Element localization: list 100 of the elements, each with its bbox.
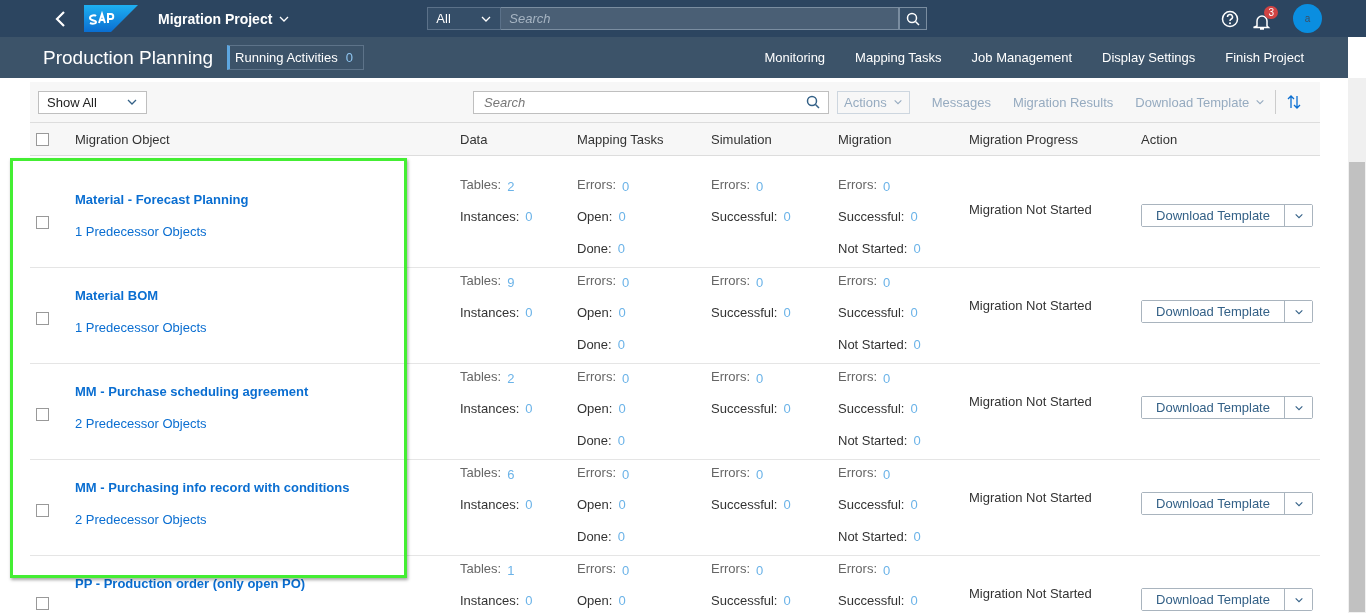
field-value: 2	[507, 370, 515, 386]
migration-object-link[interactable]: MM - Purchasing info record with conditions	[75, 480, 350, 495]
field-value: 0	[913, 337, 921, 352]
download-template-button[interactable]: Download Template	[1142, 301, 1285, 322]
table-search-field[interactable]: Search	[473, 90, 829, 114]
scope-select[interactable]: All	[427, 7, 502, 30]
field-label: Open: 0	[577, 497, 627, 514]
search-button[interactable]	[899, 7, 928, 30]
predecessor-link[interactable]: 1 Predecessor Objects	[75, 320, 207, 335]
download-template-button[interactable]: Download Template	[1142, 493, 1285, 514]
field-value: 0	[756, 370, 764, 386]
field-value: 0	[783, 305, 791, 320]
field-value: 0	[783, 593, 791, 608]
notification-count: 3	[1264, 6, 1278, 19]
row-checkbox[interactable]	[36, 216, 49, 229]
row-checkbox[interactable]	[36, 312, 49, 325]
scrollbar[interactable]	[1348, 78, 1366, 613]
predecessor-link[interactable]: 2 Predecessor Objects	[75, 416, 207, 431]
field-value: 0	[622, 562, 630, 578]
sort-button[interactable]	[1286, 94, 1303, 110]
field-value: 0	[525, 593, 533, 608]
search-icon	[906, 11, 921, 26]
migration-status: Migration Not Started	[969, 297, 1093, 313]
field-value: 0	[756, 178, 764, 194]
field-label: Successful: 0	[711, 593, 792, 610]
header-link[interactable]: Mapping Tasks	[855, 50, 942, 65]
column-header: Simulation	[711, 131, 773, 147]
field-value: 0	[618, 305, 626, 320]
chevron-down-icon	[892, 97, 903, 107]
field-label: Errors: 0	[838, 465, 892, 484]
field-label: Errors: 0	[838, 561, 892, 580]
row-checkbox[interactable]	[36, 504, 49, 517]
field-label: Successful: 0	[711, 401, 792, 418]
field-value: 0	[525, 401, 533, 416]
field-value: 9	[507, 274, 515, 290]
field-label: Instances: 0	[460, 497, 534, 514]
field-label: Errors: 0	[711, 273, 765, 292]
filter-select[interactable]: Show All	[38, 90, 147, 114]
header-link[interactable]: Display Settings	[1102, 50, 1196, 65]
field-value: 0	[883, 562, 891, 578]
field-value: 0	[622, 466, 630, 482]
field-label: Done: 0	[577, 337, 626, 354]
running-activities-button[interactable]: Running Activities 0	[227, 45, 364, 70]
back-icon	[54, 9, 66, 28]
field-label: Successful: 0	[838, 593, 919, 610]
field-value: 0	[883, 466, 891, 482]
row-checkbox[interactable]	[36, 597, 49, 610]
migration-object-link[interactable]: Material - Forecast Planning	[75, 192, 249, 207]
field-label: Successful: 0	[838, 401, 919, 418]
field-value: 0	[756, 466, 764, 482]
field-label: Tables: 2	[460, 177, 516, 196]
field-label: Done: 0	[577, 433, 626, 450]
field-label: Open: 0	[577, 593, 627, 610]
search-field[interactable]: Search	[501, 7, 900, 30]
field-label: Errors: 0	[838, 273, 892, 292]
select-all-checkbox[interactable]	[36, 132, 49, 146]
field-value: 0	[617, 337, 625, 352]
field-label: Open: 0	[577, 305, 627, 322]
column-header: Migration Object	[75, 131, 171, 147]
migration-object-link[interactable]: Material BOM	[75, 288, 159, 303]
page-title: Production Planning	[43, 46, 214, 69]
notifications-button[interactable]: 3	[1253, 6, 1278, 31]
predecessor-link[interactable]: 1 Predecessor Objects	[75, 224, 207, 239]
field-label: Errors: 0	[711, 369, 765, 388]
download-template-button[interactable]: Download Template	[1142, 397, 1285, 418]
field-value: 0	[910, 305, 918, 320]
column-header: Mapping Tasks	[577, 131, 665, 147]
migration-object-link[interactable]: PP - Production order (only open PO)	[75, 576, 306, 591]
header-link[interactable]: Finish Project	[1225, 50, 1304, 65]
field-value: 0	[618, 497, 626, 512]
header-link[interactable]: Monitoring	[764, 50, 826, 65]
column-header: Migration	[838, 131, 893, 147]
field-label: Errors: 0	[577, 561, 631, 580]
field-value: 0	[617, 529, 625, 544]
download-template-button[interactable]: Download Template	[1142, 589, 1285, 610]
column-header: Action	[1141, 131, 1179, 147]
field-label: Errors: 0	[711, 177, 765, 196]
migration-object-link[interactable]: MM - Purchase scheduling agreement	[75, 384, 309, 399]
field-label: Errors: 0	[577, 273, 631, 292]
field-label: Successful: 0	[838, 497, 919, 514]
field-label: Successful: 0	[838, 209, 919, 226]
header-link[interactable]: Job Management	[971, 50, 1073, 65]
field-value: 0	[622, 370, 630, 386]
field-label: Errors: 0	[838, 369, 892, 388]
field-label: Done: 0	[577, 529, 626, 546]
help-button[interactable]	[1221, 9, 1239, 28]
scrollbar-thumb[interactable]	[1349, 162, 1365, 612]
row-checkbox[interactable]	[36, 408, 49, 421]
field-value: 0	[622, 178, 630, 194]
bell-icon	[1253, 13, 1271, 31]
field-value: 1	[507, 562, 515, 578]
field-value: 0	[883, 274, 891, 290]
field-label: Tables: 6	[460, 465, 516, 484]
download-template-button[interactable]: Download Template	[1142, 205, 1285, 226]
predecessor-link[interactable]: 2 Predecessor Objects	[75, 512, 207, 527]
field-label: Successful: 0	[838, 305, 919, 322]
field-value: 0	[910, 209, 918, 224]
field-label: Tables: 1	[460, 561, 516, 580]
field-label: Not Started: 0	[838, 529, 922, 546]
app-title-menu[interactable]: Migration Project	[158, 10, 291, 27]
